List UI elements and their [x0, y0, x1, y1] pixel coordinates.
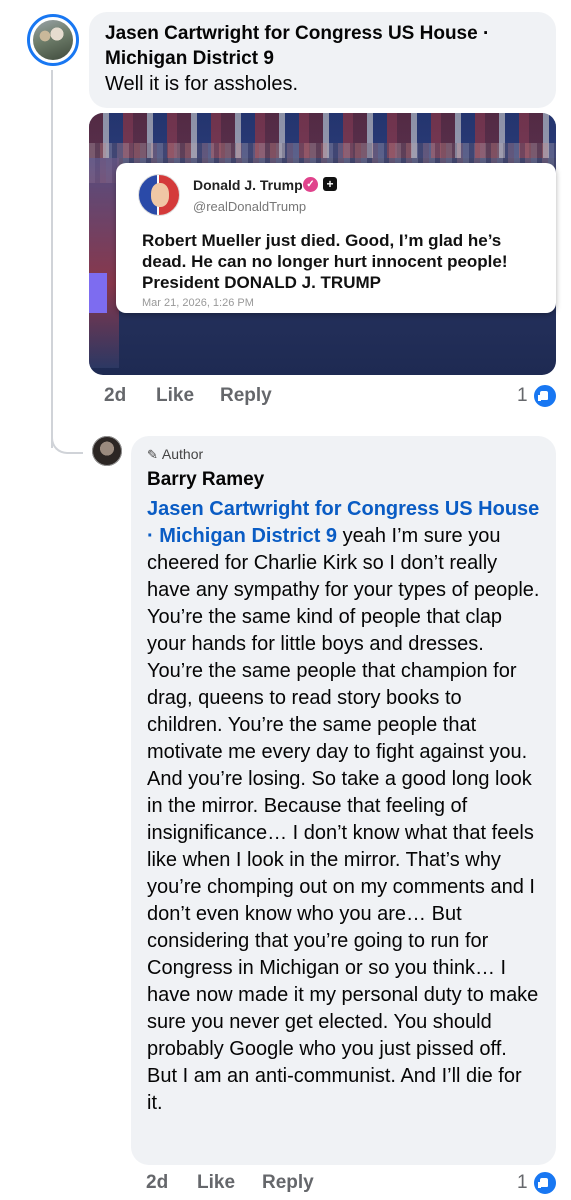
screen-edge	[89, 273, 107, 313]
reply-author[interactable]: Barry Ramey	[147, 468, 540, 492]
stage-light	[89, 158, 119, 368]
tweet-avatar	[138, 174, 180, 216]
pencil-icon: ✎	[147, 447, 158, 462]
reply-like-button[interactable]: Like	[197, 1172, 235, 1194]
verified-badge-icon: ✓	[303, 177, 318, 192]
thread-connector	[51, 428, 83, 454]
reply-body: yeah I’m sure you cheered for Charlie Ki…	[147, 525, 540, 1114]
tweet-author-name: Donald J. Trump	[193, 177, 303, 193]
replier-avatar[interactable]	[92, 436, 122, 466]
reply-reaction-count[interactable]: 1	[517, 1172, 528, 1194]
thread-line	[51, 70, 53, 448]
tweet-handle: @realDonaldTrump	[193, 199, 307, 214]
like-button[interactable]: Like	[156, 385, 194, 407]
reply-like-reaction-icon[interactable]	[532, 1170, 558, 1196]
comment-bubble: Jasen Cartwright for Congress US House ·…	[89, 12, 556, 108]
plus-icon: +	[323, 177, 337, 191]
like-reaction-icon[interactable]	[532, 383, 558, 409]
reply-time[interactable]: 2d	[146, 1172, 168, 1194]
tweet-date: Mar 21, 2026, 1:26 PM	[142, 297, 254, 309]
comment-text: Well it is for assholes.	[105, 73, 299, 95]
author-badge: ✎ Author	[147, 445, 540, 464]
reply-text: Jasen Cartwright for Congress US House ·…	[147, 496, 540, 1117]
reaction-count[interactable]: 1	[517, 385, 528, 407]
reply-bubble: ✎ Author Barry Ramey Jasen Cartwright for…	[131, 436, 556, 1165]
reply-reply-button[interactable]: Reply	[262, 1172, 314, 1194]
commenter-avatar[interactable]	[27, 14, 79, 66]
comment-author[interactable]: Jasen Cartwright for Congress US House ·…	[105, 21, 540, 71]
comment-time[interactable]: 2d	[104, 385, 126, 407]
tweet-card: Donald J. Trump ✓ + @realDonaldTrump Rob…	[116, 163, 556, 313]
author-badge-label: Author	[161, 446, 204, 462]
tweet-text: Robert Mueller just died. Good, I’m glad…	[142, 231, 508, 292]
reply-button[interactable]: Reply	[220, 385, 272, 407]
